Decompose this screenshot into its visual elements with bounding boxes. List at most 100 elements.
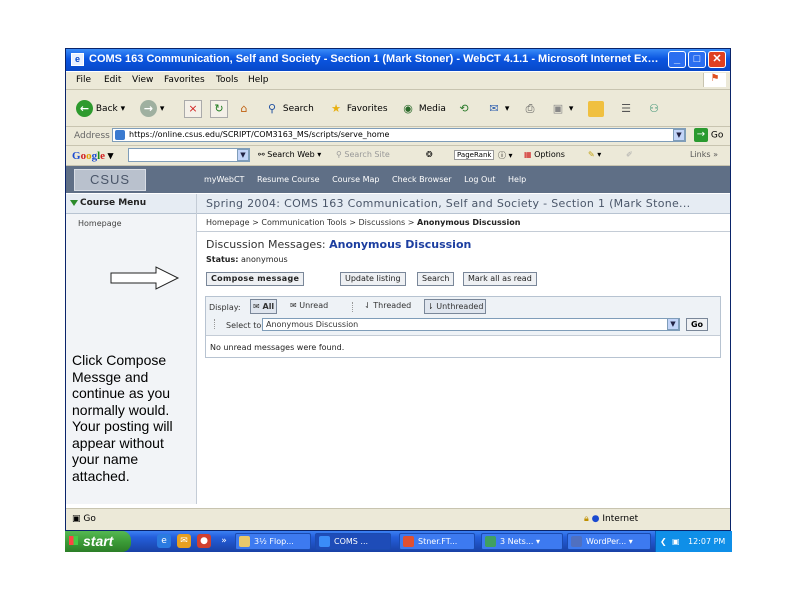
quicklaunch-media-icon[interactable]: ● xyxy=(197,534,211,548)
search-site-icon: ⚲ xyxy=(336,150,342,159)
menu-view[interactable]: View xyxy=(132,75,153,85)
nav-course-map[interactable]: Course Map xyxy=(332,175,379,184)
page-title: Discussion Messages: Anonymous Discussio… xyxy=(206,238,472,251)
task-coms[interactable]: COMS ... xyxy=(315,533,391,550)
ie-icon xyxy=(319,536,330,547)
google-search-input[interactable]: ▼ xyxy=(128,148,250,162)
search-button[interactable]: ⚲ Search xyxy=(264,99,314,119)
security-zone: 🔒︎ ● Internet xyxy=(584,514,639,524)
stop-button[interactable]: × xyxy=(184,99,202,119)
discuss-button[interactable] xyxy=(588,99,604,119)
search-messages-button[interactable]: Search xyxy=(417,272,455,286)
options-button[interactable]: ▦ Options xyxy=(524,150,565,159)
highlight-button[interactable]: ✎ ▾ xyxy=(588,150,601,159)
refresh-button[interactable]: ↻ xyxy=(210,99,228,119)
breadcrumb-communication-tools[interactable]: Communication Tools xyxy=(261,218,346,227)
chevron-down-icon[interactable]: ▼ xyxy=(667,318,679,330)
display-controls: Display: ✉ All ✉ Unread ⇃ Threaded ⇂ Unt… xyxy=(206,297,720,336)
forward-arrow-icon: → xyxy=(140,100,157,117)
start-button[interactable]: start xyxy=(65,531,131,552)
quicklaunch-ie-icon[interactable]: e xyxy=(157,534,171,548)
research-icon: ☰ xyxy=(621,101,631,115)
address-dropdown-icon[interactable]: ▼ xyxy=(673,129,685,141)
pen-icon[interactable]: ✐ xyxy=(626,150,633,159)
media-icon: ◉ xyxy=(403,101,413,115)
nav-resume-course[interactable]: Resume Course xyxy=(257,175,320,184)
print-button[interactable]: ⎙ xyxy=(522,99,538,119)
quicklaunch-more-icon[interactable]: » xyxy=(217,534,231,548)
address-go-button[interactable]: → Go xyxy=(694,128,723,142)
display-unthreaded-option[interactable]: ⇂ Unthreaded xyxy=(424,299,487,314)
news-icon[interactable]: ❂ xyxy=(426,150,433,159)
menu-favorites[interactable]: Favorites xyxy=(164,75,205,85)
ie-icon: e xyxy=(71,53,84,66)
go-arrow-icon: → xyxy=(694,128,708,142)
tray-network-icon[interactable]: ▣ xyxy=(672,531,680,552)
search-site-button[interactable]: ⚲ Search Site xyxy=(336,150,390,159)
history-button[interactable]: ⟲ xyxy=(456,99,472,119)
mail-button[interactable]: ✉ ▾ xyxy=(486,99,509,119)
lock-icon: 🔒︎ xyxy=(584,514,589,524)
breadcrumb-homepage[interactable]: Homepage xyxy=(206,218,250,227)
task-netscape[interactable]: 3 Nets... ▾ xyxy=(481,533,563,550)
tray-chevron-icon[interactable]: ❮ xyxy=(660,531,667,552)
mark-all-read-button[interactable]: Mark all as read xyxy=(463,272,537,286)
messenger-icon: ⚇ xyxy=(649,101,659,115)
status-bar: ▣ Go 🔒︎ ● Internet xyxy=(66,508,730,530)
options-icon: ▦ xyxy=(524,150,532,159)
address-input[interactable]: https://online.csus.edu/SCRIPT/COM3163_M… xyxy=(112,128,686,142)
back-button[interactable]: ← Back ▾ xyxy=(76,99,125,119)
display-unread-option[interactable]: ✉ Unread xyxy=(288,299,330,314)
google-logo[interactable]: Google ▾ xyxy=(72,149,113,162)
page-icon: ▣ xyxy=(72,514,81,524)
display-all-option[interactable]: ✉ All xyxy=(250,299,278,314)
star-icon: ★ xyxy=(331,101,341,115)
quicklaunch-outlook-icon[interactable]: ✉ xyxy=(177,534,191,548)
menu-tools[interactable]: Tools xyxy=(216,75,238,85)
media-button[interactable]: ◉ Media xyxy=(400,99,446,119)
edit-button[interactable]: ▣ ▾ xyxy=(550,99,574,119)
search-web-button[interactable]: ⚯ Search Web ▾ xyxy=(258,150,321,159)
course-menu-header[interactable]: Course Menu xyxy=(66,194,196,214)
messenger-button[interactable]: ⚇ xyxy=(646,99,662,119)
task-stner[interactable]: Stner.FT... xyxy=(399,533,475,550)
task-wordperfect[interactable]: WordPer... ▾ xyxy=(567,533,651,550)
menu-edit[interactable]: Edit xyxy=(104,75,121,85)
arrow-right-icon xyxy=(110,266,180,290)
menu-help[interactable]: Help xyxy=(248,75,269,85)
nav-mywebct[interactable]: myWebCT xyxy=(204,175,244,184)
topic-go-button[interactable]: Go xyxy=(686,318,708,331)
page-title-topic: Anonymous Discussion xyxy=(329,238,472,251)
links-button[interactable]: Links » xyxy=(690,150,718,159)
maximize-button[interactable]: □ xyxy=(688,51,706,68)
menu-file[interactable]: File xyxy=(76,75,91,85)
windows-logo-icon: ⚑ xyxy=(703,73,726,87)
research-button[interactable]: ☰ xyxy=(618,99,634,119)
forward-button[interactable]: → ▾ xyxy=(140,99,164,119)
breadcrumb-discussions[interactable]: Discussions xyxy=(359,218,406,227)
webct-banner: CSUS myWebCT Resume Course Course Map Ch… xyxy=(66,166,730,193)
status-line: Status: anonymous xyxy=(206,255,288,264)
info-icon[interactable]: ⓘ ▾ xyxy=(498,150,513,161)
threaded-icon: ⇃ xyxy=(364,301,371,310)
nav-check-browser[interactable]: Check Browser xyxy=(392,175,452,184)
address-bar: Address https://online.csus.edu/SCRIPT/C… xyxy=(66,127,730,146)
google-search-dropdown-icon[interactable]: ▼ xyxy=(237,149,249,161)
favorites-button[interactable]: ★ Favorites xyxy=(328,99,387,119)
close-button[interactable]: ✕ xyxy=(708,51,726,68)
display-threaded-option[interactable]: ⇃ Threaded xyxy=(362,299,413,314)
home-button[interactable]: ⌂ xyxy=(236,99,252,119)
task-floppy[interactable]: 3½ Flop... xyxy=(235,533,311,550)
status-text: ▣ Go xyxy=(72,514,96,524)
nav-help[interactable]: Help xyxy=(508,175,526,184)
highlight-icon: ✎ xyxy=(588,150,595,159)
status-value: anonymous xyxy=(241,255,288,264)
print-icon: ⎙ xyxy=(525,101,535,115)
topic-select[interactable]: Anonymous Discussion ▼ xyxy=(262,318,680,331)
compose-message-button[interactable]: Compose message xyxy=(206,272,305,286)
minimize-button[interactable]: _ xyxy=(668,51,686,68)
nav-log-out[interactable]: Log Out xyxy=(464,175,495,184)
update-listing-button[interactable]: Update listing xyxy=(340,272,406,286)
globe-icon: ● xyxy=(591,514,600,524)
sidebar-item-homepage[interactable]: Homepage xyxy=(78,219,122,228)
